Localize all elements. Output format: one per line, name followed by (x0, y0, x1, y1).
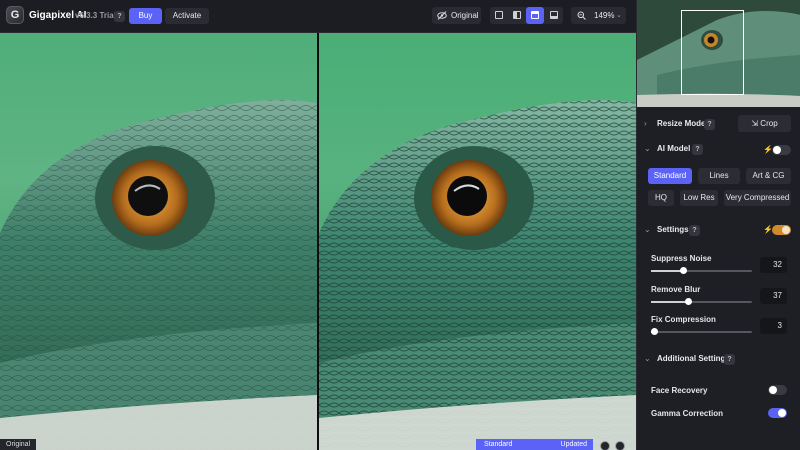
face-recovery-toggle[interactable] (768, 385, 787, 395)
app-logo: G (6, 6, 24, 24)
slider-handle[interactable] (685, 298, 692, 305)
navigator-viewport[interactable] (681, 10, 744, 95)
single-view-icon (495, 11, 503, 19)
suppress-noise-slider[interactable] (651, 267, 752, 274)
chevron-right-icon: › (644, 119, 647, 128)
help-icon[interactable]: ? (114, 11, 125, 22)
original-badge: Original (0, 439, 37, 450)
toggle-knob (778, 409, 786, 417)
help-icon[interactable]: ? (692, 144, 703, 155)
chevron-down-icon: ⌄ (644, 354, 651, 363)
model-status-bar[interactable]: Standard Updated (476, 439, 593, 450)
processed-preview-pane[interactable] (319, 33, 636, 450)
side-by-side-view-button[interactable] (526, 7, 544, 24)
chevron-down-icon: ⌄ (616, 12, 622, 19)
zoom-out-icon[interactable] (600, 441, 610, 450)
toggle-knob (773, 146, 781, 154)
settings-panel: › Resize Mode ? ⇲ Crop ⌄ AI Model ? ⚡ St… (636, 0, 800, 450)
toggle-knob (782, 226, 790, 234)
gamma-correction-label: Gamma Correction (651, 409, 724, 418)
model-lines-chip[interactable]: Lines (698, 168, 740, 184)
help-icon[interactable]: ? (724, 354, 735, 365)
zoom-dropdown[interactable]: 149% ⌄ (571, 7, 626, 24)
remove-blur-label: Remove Blur (651, 285, 701, 294)
chevron-down-icon: ⌄ (644, 144, 651, 153)
activate-button[interactable]: Activate (165, 8, 209, 24)
help-icon[interactable]: ? (704, 119, 715, 130)
model-standard-chip[interactable]: Standard (648, 168, 692, 184)
help-icon[interactable]: ? (689, 225, 700, 236)
model-art-cg-chip[interactable]: Art & CG (746, 168, 791, 184)
original-preview-pane[interactable] (0, 33, 317, 450)
additional-settings-label: Additional Settings (657, 354, 730, 363)
app-version: v6.3.3 Trial (75, 11, 116, 20)
suppress-noise-label: Suppress Noise (651, 254, 712, 263)
face-recovery-label: Face Recovery (651, 386, 708, 395)
model-low-res-chip[interactable]: Low Res (680, 190, 718, 206)
eye-slash-icon (437, 11, 447, 20)
model-very-compressed-chip[interactable]: Very Compressed (724, 190, 791, 206)
fix-compression-label: Fix Compression (651, 315, 716, 324)
gamma-correction-toggle[interactable] (768, 408, 787, 418)
fix-compression-value[interactable]: 3 (760, 318, 787, 334)
iguana-photo-original (0, 33, 317, 450)
settings-label: Settings (657, 225, 689, 234)
suppress-noise-value[interactable]: 32 (760, 257, 787, 273)
crop-icon: ⇲ (751, 119, 759, 128)
settings-auto-toggle[interactable] (772, 225, 791, 235)
toggle-knob (769, 386, 777, 394)
zoom-in-icon[interactable] (615, 441, 625, 450)
show-original-button[interactable]: Original (432, 7, 481, 24)
chevron-down-icon: ⌄ (644, 225, 651, 234)
top-toolbar: G Gigapixel AI v6.3.3 Trial ? Buy Activa… (0, 0, 636, 33)
resize-mode-label: Resize Mode (657, 119, 706, 128)
original-label: Original (451, 11, 479, 20)
comparison-view-icon (550, 11, 558, 19)
model-hq-chip[interactable]: HQ (648, 190, 674, 206)
model-status-text: Updated (560, 441, 587, 448)
remove-blur-slider[interactable] (651, 298, 752, 305)
split-view-icon (513, 11, 521, 19)
iguana-photo-processed (319, 33, 636, 450)
slider-fill (651, 301, 688, 303)
zoom-value: 149% (594, 11, 615, 20)
slider-fill (651, 270, 683, 272)
view-mode-group (490, 7, 563, 24)
model-status-name: Standard (484, 441, 513, 448)
split-view-button[interactable] (508, 7, 526, 24)
slider-handle[interactable] (680, 267, 687, 274)
fix-compression-slider[interactable] (651, 328, 752, 335)
ai-model-auto-toggle[interactable] (772, 145, 791, 155)
navigator-thumbnail[interactable] (637, 0, 800, 107)
slider-handle[interactable] (651, 328, 658, 335)
zoom-icon (577, 11, 586, 20)
additional-settings-section[interactable]: ⌄ Additional Settings ? (637, 349, 800, 369)
crop-button[interactable]: ⇲ Crop (738, 115, 791, 132)
buy-button[interactable]: Buy (129, 8, 162, 24)
single-view-button[interactable] (490, 7, 508, 24)
comparison-view-button[interactable] (545, 7, 563, 24)
remove-blur-value[interactable]: 37 (760, 288, 787, 304)
side-by-side-view-icon (531, 11, 539, 19)
ai-model-label: AI Model (657, 144, 691, 153)
crop-label: Crop (760, 119, 778, 128)
